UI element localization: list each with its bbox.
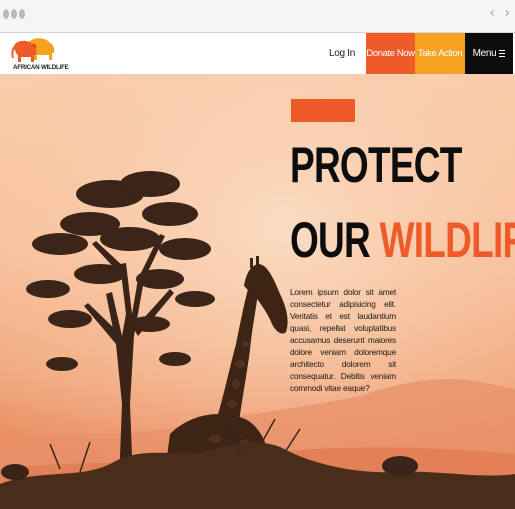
headline-wildlife: WILDLIFE (379, 212, 515, 268)
hero-headline: PROTECT OUR WILDLIFE (290, 140, 515, 265)
logo-text: AFRICAN WILDLIFE (13, 64, 69, 71)
hamburger-icon (499, 50, 506, 57)
menu-button[interactable]: Menu (465, 33, 513, 74)
headline-line2: OUR WILDLIFE (290, 215, 515, 265)
login-link[interactable]: Log In (318, 33, 366, 74)
take-action-button[interactable]: Take Action (415, 33, 465, 74)
browser-toolbar: ‹ › (0, 0, 515, 33)
donate-now-button[interactable]: Donate Now (366, 33, 415, 74)
headline-our: OUR (290, 212, 371, 268)
headline-line1: PROTECT (290, 137, 462, 193)
window-dot[interactable] (19, 9, 25, 19)
hero-section: PROTECT OUR WILDLIFE Lorem ipsum dolor s… (0, 74, 515, 509)
window-dot[interactable] (11, 9, 17, 19)
window-controls (3, 9, 25, 19)
hero-body-text: Lorem ipsum dolor sit amet consectetur a… (290, 287, 396, 393)
site-header: AFRICAN WILDLIFE Log In Donate Now Take … (0, 33, 515, 74)
hero-accent-bar (291, 99, 355, 122)
browser-nav: ‹ › (490, 6, 510, 21)
window-dot[interactable] (3, 9, 9, 19)
chevron-right-icon[interactable]: › (505, 6, 510, 21)
site-logo[interactable]: AFRICAN WILDLIFE (10, 36, 69, 72)
chevron-left-icon[interactable]: ‹ (490, 6, 495, 21)
elephant-logo-icon (11, 38, 55, 62)
menu-label: Menu (472, 48, 497, 59)
